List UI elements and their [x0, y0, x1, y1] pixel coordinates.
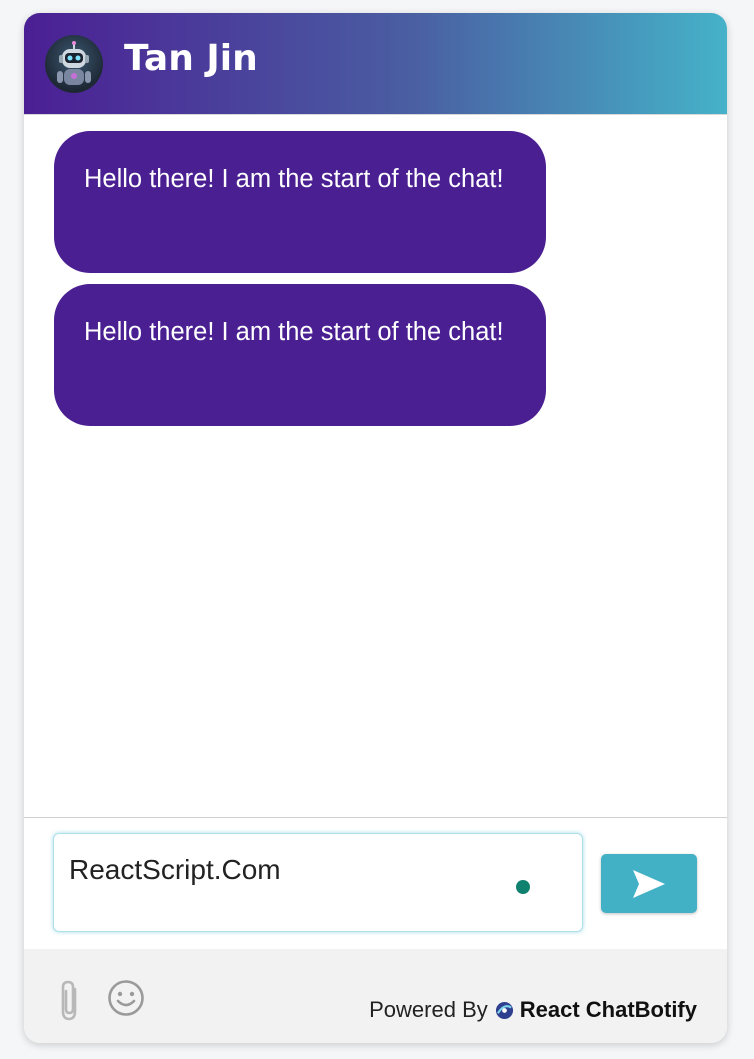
- message-input-value: ReactScript.Com: [69, 854, 281, 885]
- bot-message-bubble: Hello there! I am the start of the chat!: [54, 131, 546, 273]
- send-button[interactable]: [601, 854, 697, 913]
- paperclip-icon[interactable]: [55, 979, 85, 1027]
- bot-message-bubble: Hello there! I am the start of the chat!: [54, 284, 546, 426]
- powered-by: Powered By React ChatBotify: [369, 996, 697, 1024]
- chat-title: Tan Jin: [124, 38, 258, 79]
- input-area: ReactScript.Com: [24, 817, 727, 950]
- chat-header: Tan Jin: [24, 13, 727, 115]
- send-arrow-icon: [633, 870, 665, 898]
- powered-by-label: Powered By: [369, 997, 488, 1022]
- message-list[interactable]: Hello there! I am the start of the chat!…: [24, 115, 727, 817]
- brand-link[interactable]: React ChatBotify: [520, 996, 697, 1024]
- chat-window: Tan Jin Hello there! I am the start of t…: [24, 13, 727, 1043]
- chat-footer: Powered By React ChatBotify: [24, 949, 727, 1043]
- status-dot: [516, 880, 530, 894]
- react-chatbotify-logo-icon: [495, 1001, 513, 1019]
- robot-avatar-icon: [45, 35, 103, 93]
- message-input[interactable]: ReactScript.Com: [53, 833, 583, 932]
- smiley-icon[interactable]: [107, 979, 145, 1021]
